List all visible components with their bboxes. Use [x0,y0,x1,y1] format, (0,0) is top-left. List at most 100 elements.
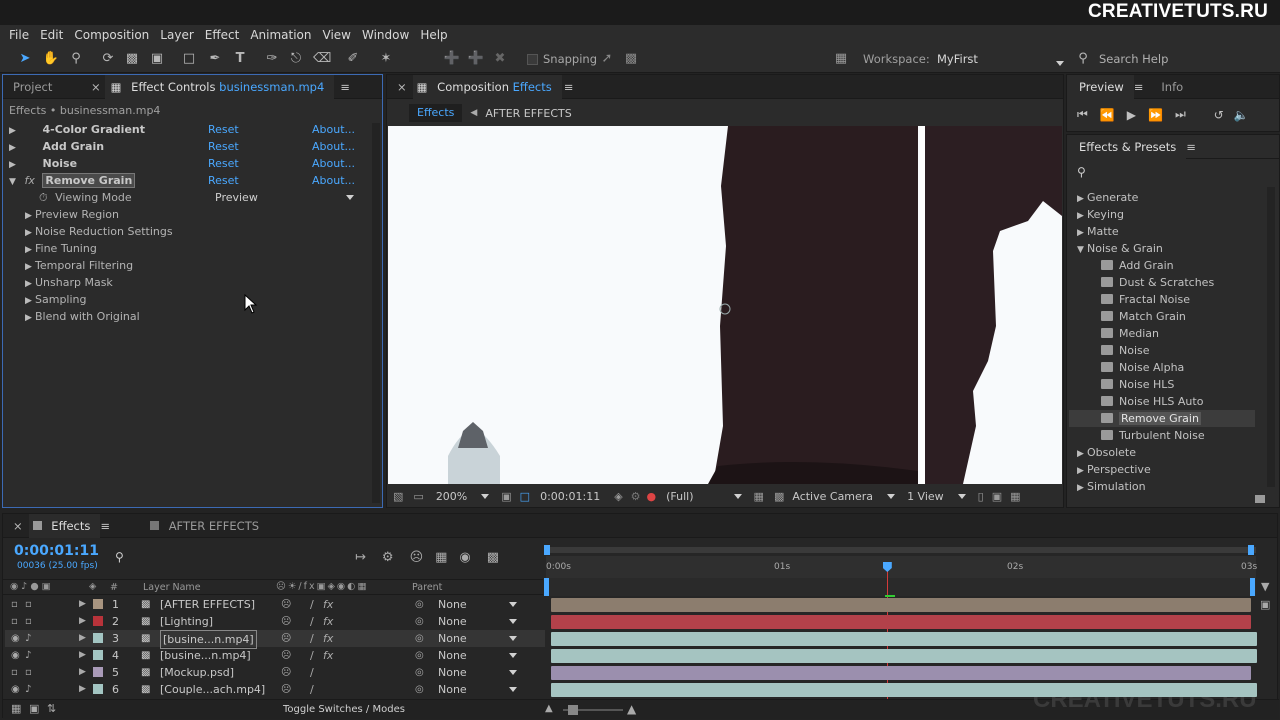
collapse-arrow-icon[interactable]: ▶ [25,310,35,327]
tab-timeline-after-effects[interactable]: AFTER EFFECTS [140,514,269,538]
category-item-open[interactable]: ▼ Noise & Grain [1077,240,1163,257]
layer-duration-bar[interactable] [551,683,1257,697]
search-icon[interactable]: ⚲ [1077,165,1086,179]
visibility-eye-icon[interactable]: ◉ [11,681,20,698]
first-frame-icon[interactable]: ⏮ [1077,107,1088,122]
fast-preview-icon[interactable]: ▩ [774,490,784,503]
category-item[interactable]: ▶ Perspective [1077,461,1151,478]
layer-name[interactable]: [Lighting] [160,613,213,630]
audio-icon[interactable]: ♪ [25,647,31,664]
timeline-timecode[interactable]: 0:00:01:11 [14,543,99,559]
comp-nav-next[interactable]: AFTER EFFECTS [485,107,571,120]
property-group[interactable]: ▶ Noise Reduction Settings [3,223,373,240]
workspace-dropdown-icon[interactable] [1056,57,1064,70]
shy-switch-icon[interactable]: ☹ [281,613,291,630]
snapping-checkbox[interactable] [527,54,538,65]
quality-switch-icon[interactable]: ∕ [310,596,314,613]
new-folder-icon[interactable] [1255,495,1265,503]
label-color-swatch[interactable] [93,650,103,660]
expand-in-out-icon[interactable]: ⇅ [47,702,56,715]
shy-switch-icon[interactable]: ☹ [281,681,291,698]
shy-switch-icon[interactable]: ☹ [281,664,291,681]
comp-nav-active[interactable]: Effects [409,104,463,122]
menu-file[interactable]: File [0,25,29,46]
layer-duration-bar[interactable] [551,632,1257,646]
view-layout-select[interactable]: 1 View [907,490,944,503]
visibility-off-icon[interactable]: ▫ [11,613,18,630]
effect-list-item[interactable]: Fractal Noise [1101,291,1190,308]
zoom-tool-icon[interactable]: ⚲ [67,51,85,67]
effect-list-item-selected[interactable]: Remove Grain [1101,410,1201,427]
panel-menu-icon[interactable]: ≡ [100,519,110,533]
effect-list-item[interactable]: Dust & Scratches [1101,274,1214,291]
category-item[interactable]: ▶ Matte [1077,223,1119,240]
frame-blending-icon[interactable]: ▦ [435,550,447,565]
time-navigator-end[interactable] [1250,578,1255,596]
layer-name[interactable]: [Couple...ach.mp4] [160,681,265,698]
quality-switch-icon[interactable]: ∕ [310,613,314,630]
menu-view[interactable]: View [314,25,351,46]
parent-pickwhip-icon[interactable]: ◎ [415,596,424,613]
zoom-select[interactable]: 200% [436,490,467,503]
tab-effects-presets[interactable]: Effects & Presets [1067,134,1187,159]
search-icon[interactable]: ⚲ [115,550,124,564]
expand-layer-switches-icon[interactable]: ▦ [11,702,21,715]
resolution-dropdown-icon[interactable] [733,490,742,503]
menu-edit[interactable]: Edit [31,25,63,46]
tab-project[interactable]: Project [3,75,91,99]
reset-button[interactable]: Reset [208,138,239,155]
camera-tool-icon[interactable]: ▩ [123,51,141,67]
shy-switch-icon[interactable]: ☹ [281,630,291,647]
parent-pickwhip-icon[interactable]: ◎ [415,630,424,647]
tab-preview[interactable]: Preview [1067,74,1134,99]
property-group[interactable]: ▶ Fine Tuning [3,240,373,257]
effect-list-item[interactable]: Noise HLS [1101,376,1174,393]
parent-select[interactable]: None [438,647,467,664]
work-area-start-handle[interactable] [544,545,550,555]
collapse-arrow-icon[interactable]: ▶ [79,630,86,647]
layer-row[interactable]: ▫ ▫ ▶ 1 ▩ [AFTER EFFECTS] ☹ ∕ fx ◎ None [5,596,545,613]
snapshot-icon[interactable]: ◈ [614,490,622,503]
tab-timeline-effects[interactable]: Effects [28,513,101,538]
category-item[interactable]: ▶ Obsolete [1077,444,1136,461]
stopwatch-icon[interactable]: ⏱ [39,191,48,204]
parent-dropdown-icon[interactable] [509,596,517,613]
comp-button-icon[interactable]: ▣ [1260,598,1270,611]
time-navigator-start[interactable] [544,578,549,596]
category-item[interactable]: ▶ Generate [1077,189,1138,206]
close-icon[interactable]: × [91,80,101,94]
about-link[interactable]: About... [312,138,355,155]
category-item[interactable]: ▶ Keying [1077,206,1124,223]
fx-icon[interactable]: fx [25,174,35,187]
scrollbar[interactable] [1267,187,1275,487]
last-frame-icon[interactable]: ⏭ [1175,107,1186,122]
effect-list-item[interactable]: Match Grain [1101,308,1186,325]
clone-stamp-tool-icon[interactable]: ⎋ [287,51,305,67]
audio-off-icon[interactable]: ▫ [25,596,32,613]
property-group[interactable]: ▶ Temporal Filtering [3,257,373,274]
menu-layer[interactable]: Layer [151,25,193,46]
label-color-swatch[interactable] [93,616,103,626]
audio-off-icon[interactable]: ▫ [25,613,32,630]
column-parent[interactable]: Parent [412,582,442,593]
snap-edges-icon[interactable]: ➚ [598,51,616,67]
effect-row-selected[interactable]: ▼ fx Remove Grain Reset About... [3,172,373,189]
tab-composition[interactable]: ▦ Composition Effects [412,74,562,99]
category-item[interactable]: ▶ Simulation [1077,478,1146,495]
roto-brush-tool-icon[interactable]: ✐ [344,51,362,67]
layer-row[interactable]: ▫ ▫ ▶ 5 ▩ [Mockup.psd] ☹ ∕ ◎ None [5,664,545,681]
effect-row[interactable]: ▶ Noise Reset About... [3,155,373,172]
rotate-tool-icon[interactable]: ⟳ [99,51,117,67]
tab-effect-controls[interactable]: ▦ Effect Controls businessman.mp4 [104,74,335,99]
toggle-switches-modes-button[interactable]: Toggle Switches / Modes [283,704,405,715]
label-color-swatch[interactable] [93,667,103,677]
parent-dropdown-icon[interactable] [509,613,517,630]
effect-row[interactable]: ▶ Add Grain Reset About... [3,138,373,155]
pan-behind-tool-icon[interactable]: ▣ [148,51,166,67]
collapse-arrow-icon[interactable]: ▶ [79,613,86,630]
local-axis-icon[interactable]: ➕ [443,51,461,67]
parent-pickwhip-icon[interactable]: ◎ [415,647,424,664]
comp-mini-flowchart-icon[interactable]: ↦ [355,550,366,565]
motion-blur-icon[interactable]: ◉ [459,550,470,565]
resolution-select[interactable]: (Full) [666,490,693,503]
